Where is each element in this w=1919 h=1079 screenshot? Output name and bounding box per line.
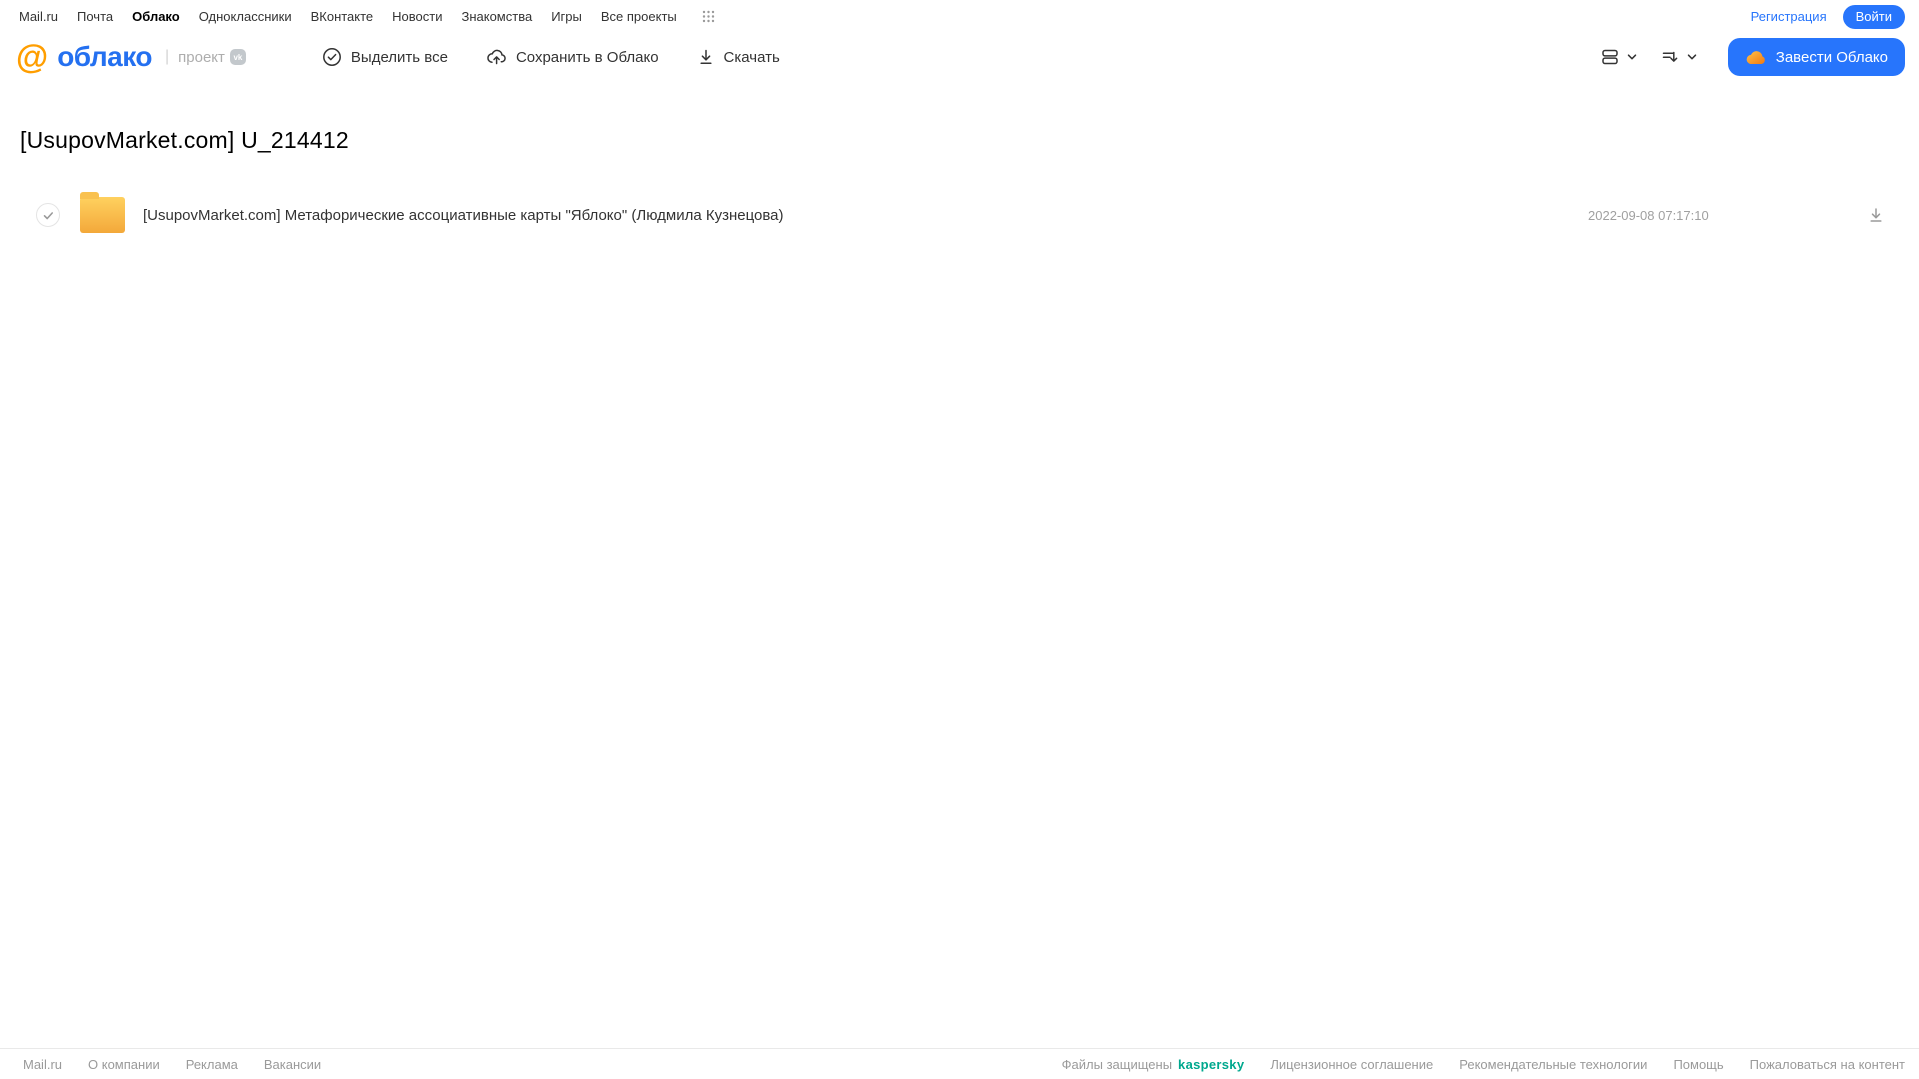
nav-novosti[interactable]: Новости [392,9,442,24]
nav-igry[interactable]: Игры [551,9,582,24]
download-icon [697,47,715,67]
cloud-public-page: Mail.ru Почта Облако Одноклассники ВКонт… [0,0,1919,1079]
footer: Mail.ru О компании Реклама Вакансии Файл… [0,1048,1919,1079]
cloud-upload-icon [486,47,507,67]
file-date: 2022-09-08 07:17:10 [1588,207,1709,223]
cloud-icon [1745,49,1767,65]
registration-link[interactable]: Регистрация [1751,9,1827,24]
folder-icon [80,192,125,233]
vk-badge-icon: vk [229,49,246,65]
kaspersky-logo[interactable]: kaspersky [1178,1057,1244,1072]
nav-znakomstva[interactable]: Знакомства [461,9,532,24]
footer-report-content[interactable]: Пожаловаться на контент [1750,1057,1905,1072]
footer-jobs[interactable]: Вакансии [264,1057,321,1072]
footer-help[interactable]: Помощь [1673,1057,1723,1072]
footer-left-links: Mail.ru О компании Реклама Вакансии [23,1057,321,1072]
portal-links: Mail.ru Почта Облако Одноклассники ВКонт… [19,9,715,24]
footer-mailru[interactable]: Mail.ru [23,1057,62,1072]
footer-about[interactable]: О компании [88,1057,160,1072]
toolbar-right: Завести Облако [1600,38,1905,76]
sort-toggle[interactable] [1660,47,1698,67]
portal-nav: Mail.ru Почта Облако Одноклассники ВКонт… [0,0,1919,33]
logo-project-label: проект vk [178,49,246,66]
download-button[interactable]: Скачать [697,47,780,67]
kaspersky-protected: Файлы защищены kaspersky [1061,1056,1245,1072]
nav-mailru[interactable]: Mail.ru [19,9,58,24]
create-cloud-button[interactable]: Завести Облако [1727,38,1905,76]
chevron-down-icon [1626,51,1638,63]
logo-wordmark: облако [57,41,152,72]
nav-vse-proekty[interactable]: Все проекты [601,9,677,24]
footer-right-links: Файлы защищены kaspersky Лицензионное со… [1062,1057,1905,1072]
chevron-down-icon [1686,51,1698,63]
footer-recommend-tech[interactable]: Рекомендательные технологии [1459,1057,1647,1072]
view-mode-toggle[interactable] [1600,47,1638,67]
footer-license[interactable]: Лицензионное соглашение [1270,1057,1433,1072]
row-download-button[interactable] [1866,205,1886,225]
save-to-cloud-button[interactable]: Сохранить в Облако [486,47,659,67]
list-view-icon [1600,47,1620,67]
file-row[interactable]: [UsupovMarket.com] Метафорические ассоци… [0,192,1919,238]
toolbar-actions: Выделить все Сохранить в Облако Скачать [322,47,780,67]
file-name[interactable]: [UsupovMarket.com] Метафорические ассоци… [143,207,783,224]
mailru-at-icon: @ [16,37,49,75]
nav-odnoklassniki[interactable]: Одноклассники [199,9,292,24]
nav-pochta[interactable]: Почта [77,9,113,24]
check-circle-icon [322,47,342,67]
page-title: [UsupovMarket.com] U_214412 [20,127,349,153]
sort-icon [1660,47,1680,67]
nav-vkontakte[interactable]: ВКонтакте [311,9,374,24]
logo-divider: | [165,48,170,65]
row-checkbox[interactable] [36,203,60,227]
footer-ads[interactable]: Реклама [186,1057,238,1072]
nav-oblako[interactable]: Облако [132,9,180,24]
cloud-logo[interactable]: @ облако | проект vk [16,37,246,75]
toolbar: @ облако | проект vk Выделить все Сохран… [0,33,1919,81]
login-button[interactable]: Войти [1842,4,1905,29]
select-all-button[interactable]: Выделить все [322,47,448,67]
apps-grid-icon[interactable] [702,10,715,23]
portal-auth: Регистрация Войти [1751,4,1905,29]
